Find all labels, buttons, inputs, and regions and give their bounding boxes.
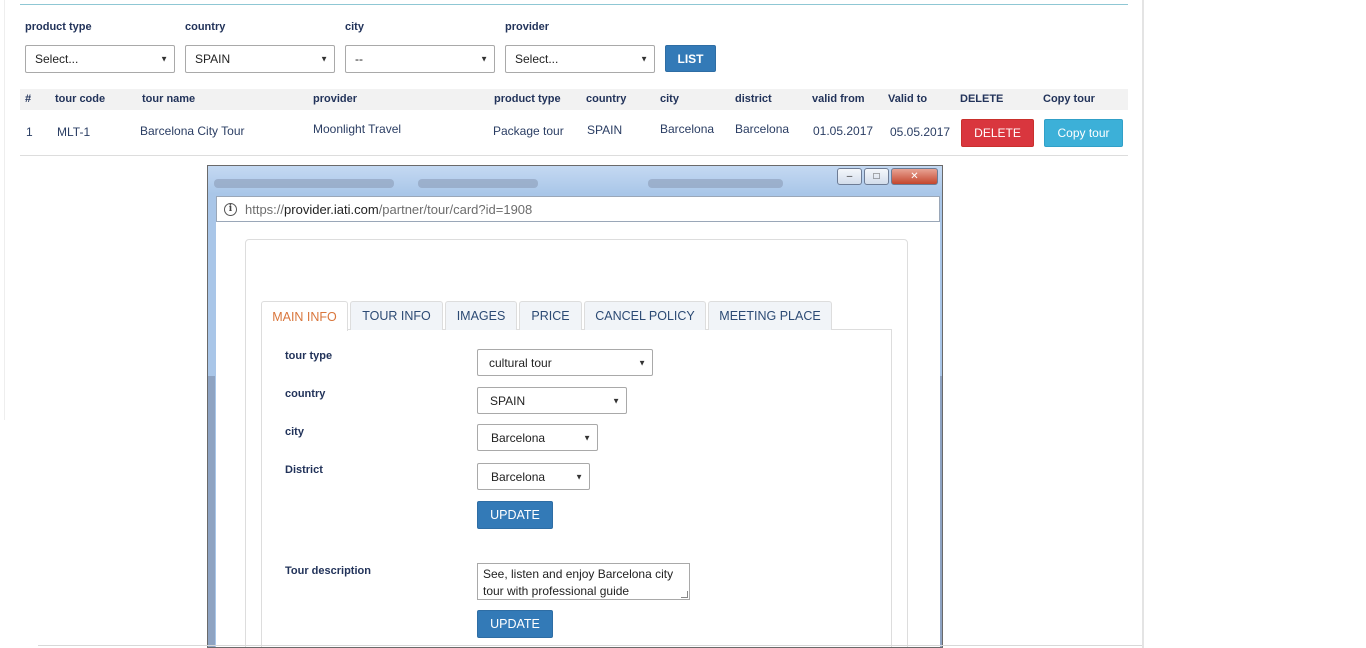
col-header-tour-code: tour code (55, 93, 106, 105)
tab-main-info[interactable]: MAIN INFO (261, 301, 348, 331)
district-label: District (285, 464, 323, 476)
tab-images[interactable]: IMAGES (445, 301, 517, 330)
info-icon[interactable]: i (224, 202, 237, 216)
product-type-label: product type (25, 21, 92, 33)
col-header-delete: DELETE (960, 93, 1004, 105)
tour-card-popup-window: – □ ✕ i https://provider.iati.com/partne… (207, 165, 943, 648)
frame-right-border (1142, 0, 1144, 648)
url-host: provider.iati.com (284, 201, 379, 217)
country-value: SPAIN (195, 52, 231, 66)
tab-meeting-place[interactable]: MEETING PLACE (708, 301, 832, 330)
caret-down-icon: ▼ (320, 54, 328, 64)
minimize-icon[interactable]: – (837, 168, 862, 185)
window-titlebar[interactable]: – □ ✕ (208, 166, 942, 194)
tour-description-textarea[interactable]: See, listen and enjoy Barcelona city tou… (477, 563, 690, 600)
city-value: -- (355, 52, 363, 66)
blurred-title (214, 179, 394, 188)
tour-type-select[interactable]: cultural tour ▼ (477, 349, 653, 376)
tab-panel-border-right (891, 329, 892, 647)
caret-down-icon: ▼ (612, 396, 620, 405)
country-select[interactable]: SPAIN ▼ (185, 45, 335, 73)
tour-description-label: Tour description (285, 565, 371, 577)
tour-description-text: See, listen and enjoy Barcelona city tou… (483, 567, 674, 598)
city-form-label: city (285, 426, 304, 438)
city-label: city (345, 21, 364, 33)
col-header-district: district (735, 93, 772, 105)
top-divider (20, 4, 1128, 5)
caret-down-icon: ▼ (583, 433, 591, 442)
resize-grip-icon[interactable] (681, 591, 688, 598)
caret-down-icon: ▼ (575, 472, 583, 481)
list-button[interactable]: LIST (665, 45, 716, 72)
blurred-title (648, 179, 783, 188)
bottom-divider (38, 645, 1142, 646)
maximize-icon[interactable]: □ (864, 168, 889, 185)
city-form-value: Barcelona (491, 430, 546, 445)
url-text: https://provider.iati.com/partner/tour/c… (245, 202, 532, 217)
address-bar[interactable]: i https://provider.iati.com/partner/tour… (216, 196, 940, 222)
country-label: country (185, 21, 226, 33)
caret-down-icon: ▼ (480, 54, 488, 64)
cell-num: 1 (26, 125, 33, 139)
blurred-title (418, 179, 538, 188)
col-header-city: city (660, 93, 679, 105)
update-description-button[interactable]: UPDATE (477, 610, 553, 638)
close-icon[interactable]: ✕ (891, 168, 938, 185)
cell-provider: Moonlight Travel (313, 122, 402, 136)
caret-down-icon: ▼ (160, 54, 168, 64)
cell-country: SPAIN (587, 123, 623, 137)
district-value: Barcelona (491, 469, 546, 484)
delete-button[interactable]: DELETE (961, 119, 1034, 147)
cell-tour-code: MLT-1 (57, 125, 91, 139)
product-type-select[interactable]: Select... ▼ (25, 45, 175, 73)
country-form-value: SPAIN (490, 393, 526, 408)
tab-tour-info[interactable]: TOUR INFO (350, 301, 443, 330)
tab-price[interactable]: PRICE (519, 301, 582, 330)
update-location-button[interactable]: UPDATE (477, 501, 553, 529)
col-header-num: # (25, 93, 32, 105)
city-form-select[interactable]: Barcelona ▼ (477, 424, 598, 451)
caret-down-icon: ▼ (638, 358, 646, 367)
url-prefix: https:// (245, 201, 285, 217)
country-form-label: country (285, 388, 326, 400)
tab-panel-border-left (261, 329, 262, 647)
cell-valid-from: 01.05.2017 (813, 124, 874, 138)
url-path: /partner/tour/card?id=1908 (378, 201, 533, 217)
city-select[interactable]: -- ▼ (345, 45, 495, 73)
col-header-valid-from: valid from (812, 93, 865, 105)
caret-down-icon: ▼ (640, 54, 648, 64)
tour-type-value: cultural tour (489, 355, 552, 370)
frame-left-border (4, 0, 5, 420)
col-header-product-type: product type (494, 93, 561, 105)
product-type-value: Select... (35, 52, 79, 66)
cell-product-type: Package tour (493, 124, 564, 138)
tour-type-label: tour type (285, 350, 333, 362)
cell-valid-to: 05.05.2017 (890, 125, 951, 139)
col-header-copy-tour: Copy tour (1043, 93, 1095, 105)
provider-label: provider (505, 21, 550, 33)
col-header-tour-name: tour name (142, 93, 196, 105)
col-header-provider: provider (313, 93, 358, 105)
row-divider (20, 155, 1128, 156)
country-form-select[interactable]: SPAIN ▼ (477, 387, 627, 414)
cell-district: Barcelona (735, 122, 790, 136)
cell-tour-name: Barcelona City Tour (140, 124, 245, 138)
window-border-left (208, 376, 215, 647)
col-header-valid-to: Valid to (888, 93, 928, 105)
tour-card: MAIN INFO TOUR INFO IMAGES PRICE CANCEL … (245, 239, 908, 647)
tab-cancel-policy[interactable]: CANCEL POLICY (584, 301, 706, 330)
provider-select[interactable]: Select... ▼ (505, 45, 655, 73)
provider-value: Select... (515, 52, 559, 66)
district-select[interactable]: Barcelona ▼ (477, 463, 590, 490)
cell-city: Barcelona (660, 122, 715, 136)
copy-tour-button[interactable]: Copy tour (1044, 119, 1123, 147)
col-header-country: country (586, 93, 627, 105)
popup-content: MAIN INFO TOUR INFO IMAGES PRICE CANCEL … (216, 222, 940, 647)
